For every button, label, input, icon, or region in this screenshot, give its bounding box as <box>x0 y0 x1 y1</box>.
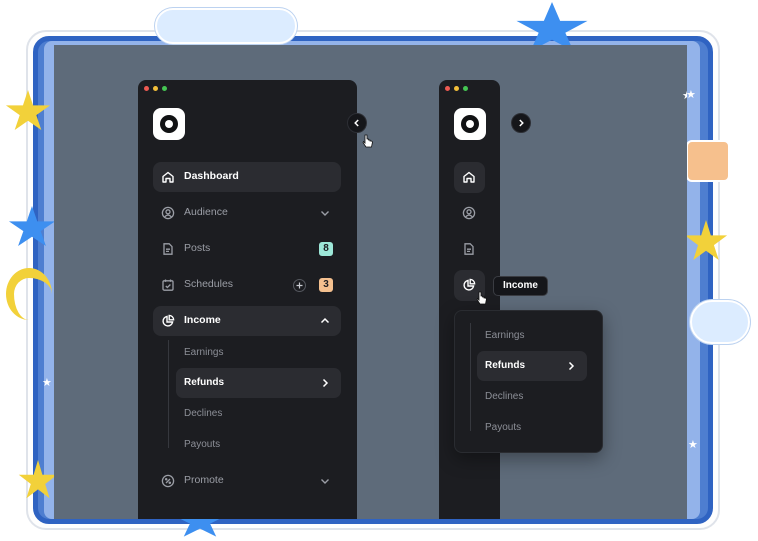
percent-icon <box>161 474 175 488</box>
flyout-item-earnings[interactable]: Earnings <box>477 321 587 351</box>
minimize-button[interactable] <box>454 86 459 91</box>
submenu-label: Payouts <box>184 439 221 450</box>
minimize-button[interactable] <box>153 86 158 91</box>
submenu-label: Declines <box>485 391 524 402</box>
document-icon <box>464 243 474 255</box>
chevron-down-icon[interactable] <box>319 207 331 219</box>
submenu-item-earnings[interactable]: Earnings <box>176 338 341 368</box>
income-tooltip: Income <box>493 276 548 296</box>
star-decoration: ★ <box>688 439 698 451</box>
nav-item-schedules[interactable]: Schedules 3 <box>153 270 341 300</box>
chevron-down-icon[interactable] <box>319 475 331 487</box>
cloud-decoration <box>690 300 750 344</box>
window-controls <box>445 86 468 91</box>
nav-icon-dashboard[interactable] <box>454 162 485 193</box>
maximize-button[interactable] <box>463 86 468 91</box>
nav-icon-posts[interactable] <box>454 234 485 265</box>
expanded-sidebar: Dashboard Audience Posts 8 Schedules 3 I… <box>138 80 357 519</box>
chevron-right-icon <box>568 361 575 371</box>
close-button[interactable] <box>445 86 450 91</box>
chevron-right-icon <box>322 378 329 388</box>
user-circle-icon <box>462 206 476 220</box>
nav-label: Dashboard <box>184 170 239 182</box>
chevron-left-icon <box>354 119 359 127</box>
submenu-guide-line <box>168 340 169 448</box>
submenu-item-payouts[interactable]: Payouts <box>176 430 341 460</box>
nav-label: Audience <box>184 206 228 218</box>
submenu-item-refunds[interactable]: Refunds <box>176 368 341 398</box>
nav-label: Posts <box>184 242 211 254</box>
flyout-item-refunds[interactable]: Refunds <box>477 351 587 381</box>
nav-item-dashboard[interactable]: Dashboard <box>153 162 341 192</box>
nav-icon-audience[interactable] <box>454 198 485 229</box>
submenu-label: Payouts <box>485 422 522 433</box>
nav-item-income[interactable]: Income <box>153 306 341 336</box>
maximize-button[interactable] <box>162 86 167 91</box>
submenu-label: Refunds <box>184 377 224 388</box>
flyout-item-declines[interactable]: Declines <box>477 382 587 412</box>
home-icon <box>463 171 475 183</box>
add-schedule-button[interactable] <box>293 279 306 292</box>
close-button[interactable] <box>144 86 149 91</box>
stage-canvas: ★ Dashboard Audience Posts 8 <box>54 45 687 519</box>
app-logo[interactable] <box>153 108 185 140</box>
submenu-label: Earnings <box>485 330 525 341</box>
collapsed-sidebar <box>439 80 500 519</box>
window-controls <box>144 86 167 91</box>
star-decoration: ★ <box>42 377 52 389</box>
submenu-label: Declines <box>184 408 223 419</box>
chevron-up-icon[interactable] <box>319 315 331 327</box>
expand-sidebar-button[interactable] <box>511 113 531 133</box>
nav-item-audience[interactable]: Audience <box>153 198 341 228</box>
submenu-item-declines[interactable]: Declines <box>176 399 341 429</box>
submenu-guide-line <box>470 323 471 431</box>
collapse-sidebar-button[interactable] <box>347 113 367 133</box>
cloud-decoration <box>155 8 297 44</box>
nav-item-promote[interactable]: Promote <box>153 466 341 496</box>
flyout-item-payouts[interactable]: Payouts <box>477 413 587 443</box>
nav-label: Promote <box>184 474 224 486</box>
moon-decoration <box>6 268 52 320</box>
app-logo[interactable] <box>454 108 486 140</box>
document-icon <box>163 243 173 255</box>
nav-item-posts[interactable]: Posts 8 <box>153 234 341 264</box>
nav-label: Income <box>184 314 221 326</box>
nav-label: Schedules <box>184 278 234 290</box>
pie-chart-icon <box>162 314 175 327</box>
income-flyout-menu: Earnings Refunds Declines Payouts <box>454 310 603 453</box>
count-badge: 3 <box>319 278 333 292</box>
chevron-right-icon <box>519 119 524 127</box>
count-badge: 8 <box>319 242 333 256</box>
pointer-cursor-icon <box>362 134 373 148</box>
pie-chart-icon <box>463 278 476 291</box>
plus-icon <box>296 282 303 289</box>
submenu-label: Refunds <box>485 360 525 371</box>
submenu-label: Earnings <box>184 347 224 358</box>
home-icon <box>162 171 174 183</box>
calendar-check-icon <box>162 279 174 291</box>
star-decoration: ★ <box>686 89 696 101</box>
box-decoration <box>686 140 730 182</box>
user-circle-icon <box>161 206 175 220</box>
pointer-cursor-icon <box>476 291 487 305</box>
